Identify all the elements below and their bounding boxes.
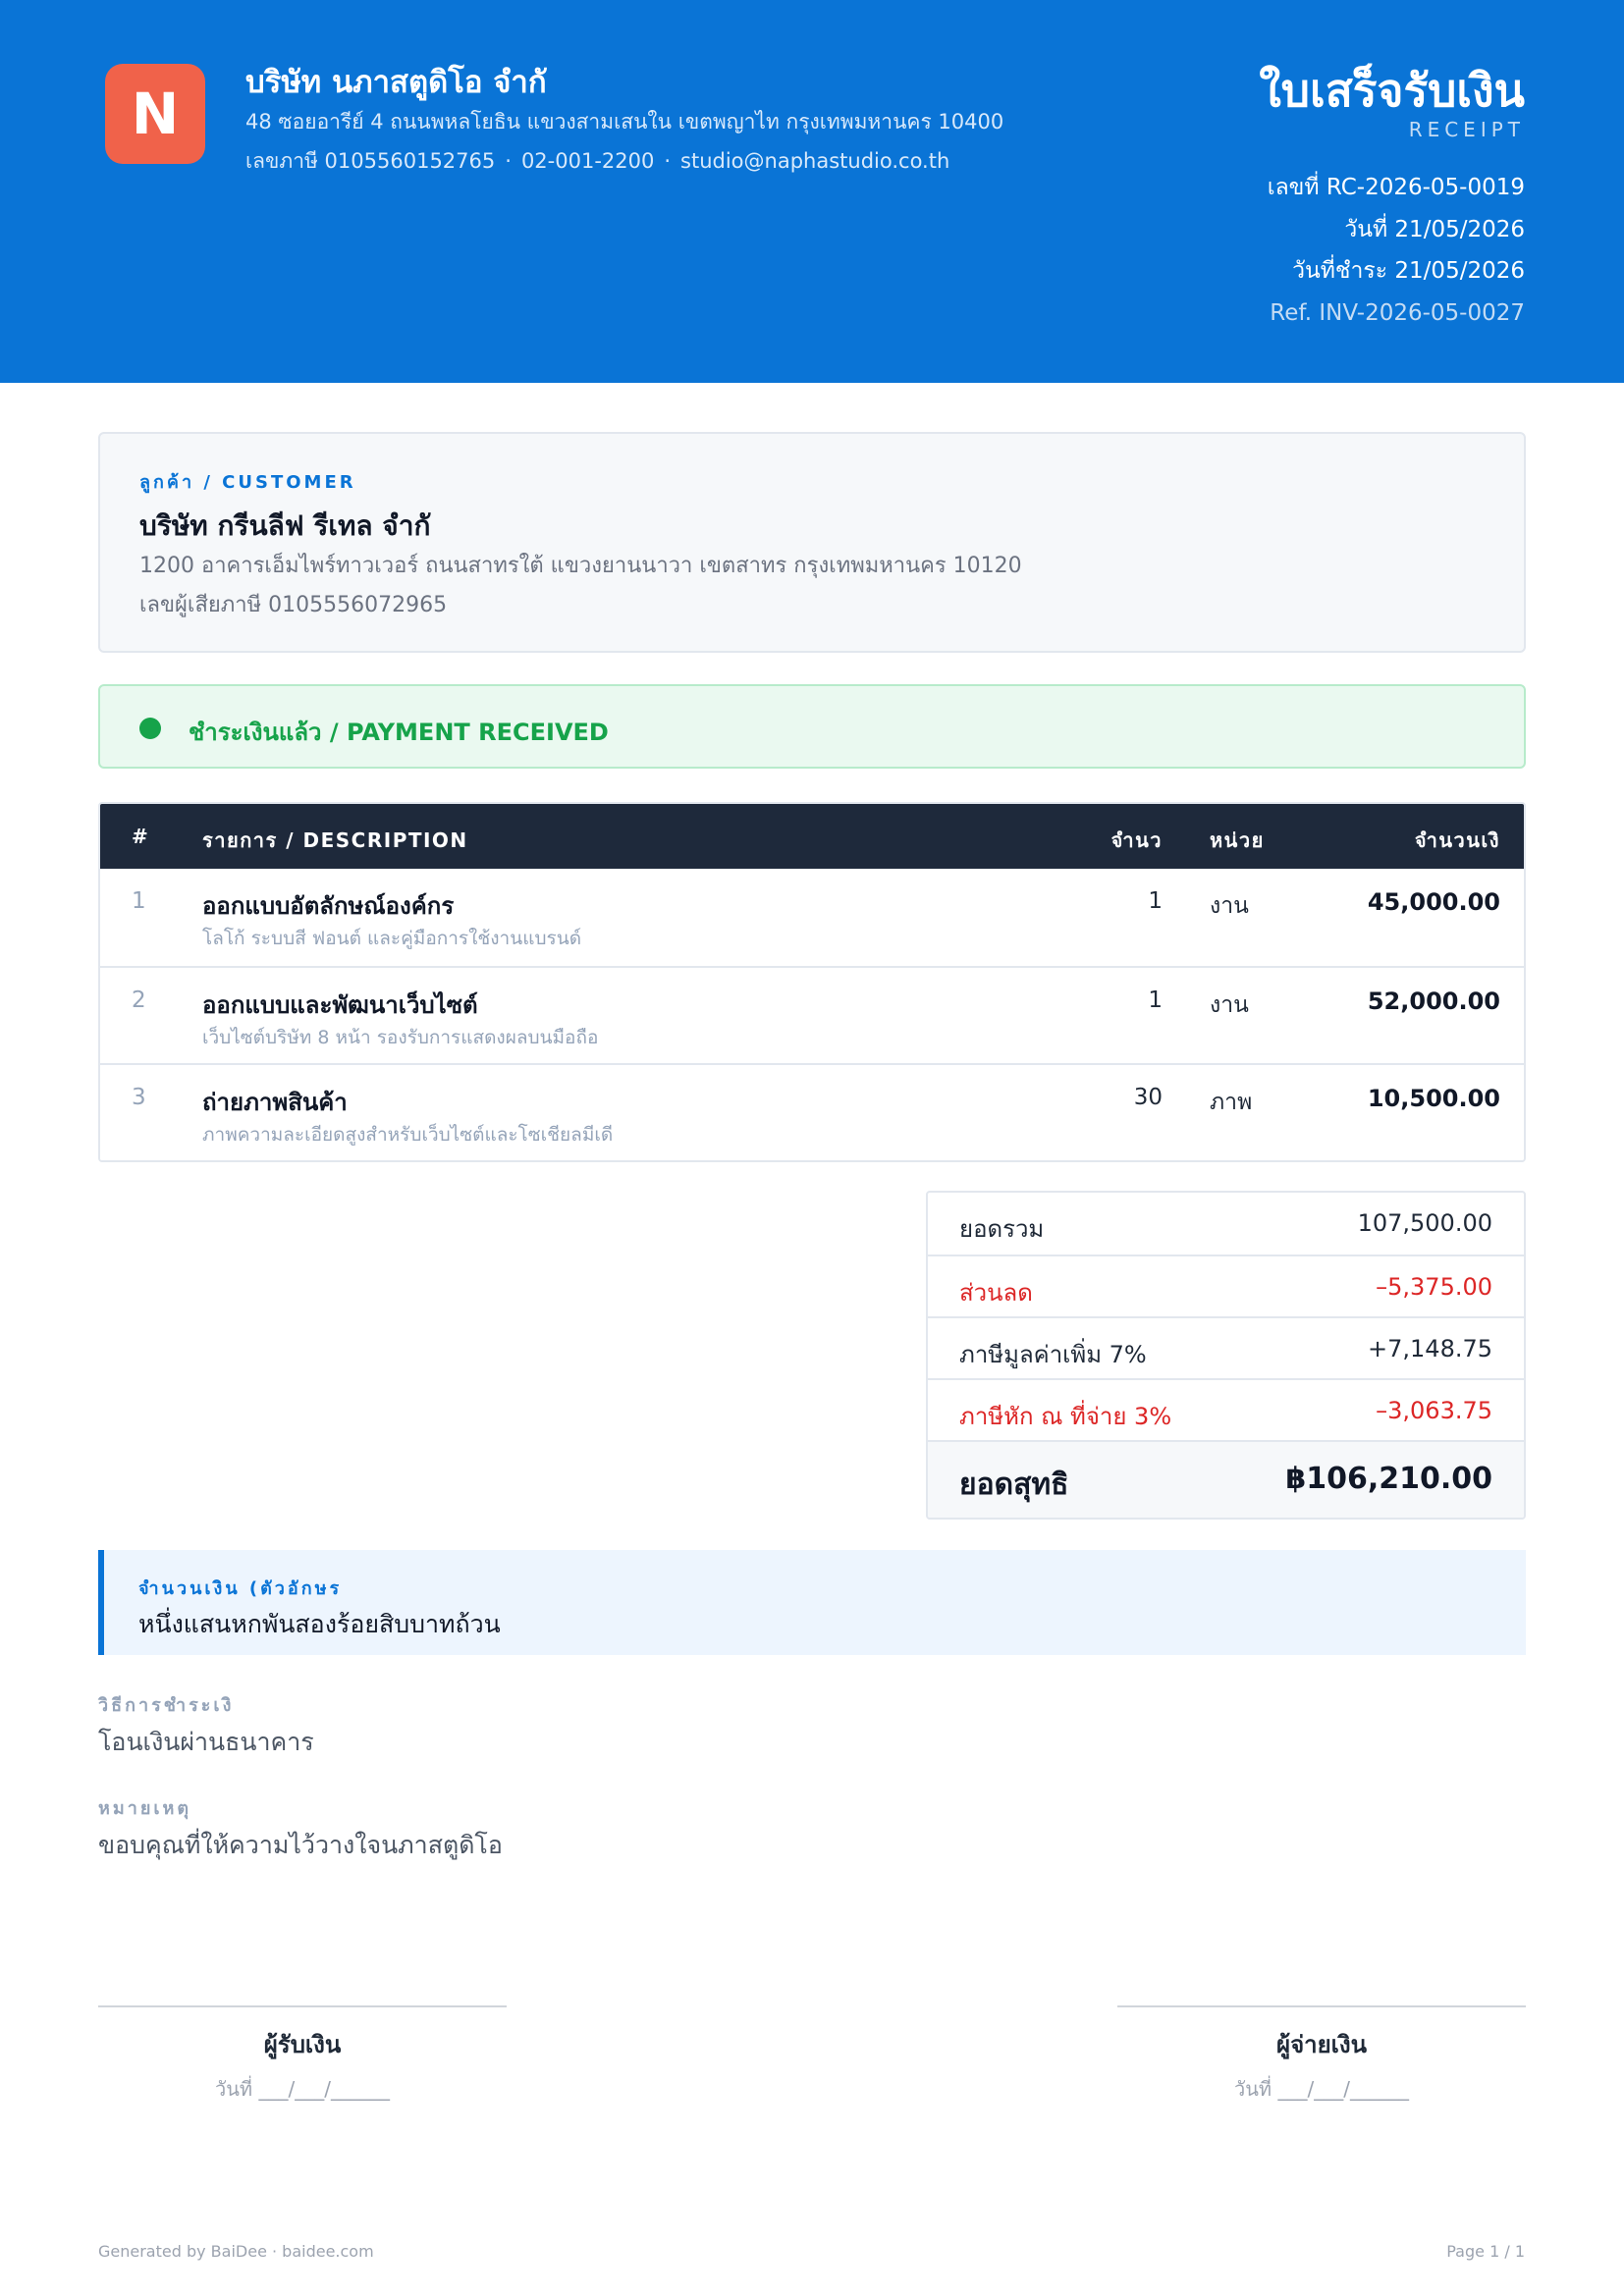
column-header-number: # (132, 825, 150, 848)
notes-label: หมายเหตุ (98, 1798, 192, 1819)
separator: · (664, 149, 672, 173)
table-body: 1 ออกแบบอัตลักษณ์องค์กร โลโก้ ระบบสี ฟอน… (100, 869, 1524, 1160)
customer-tax-id: เลขผู้เสียภาษี 0105556072965 (139, 593, 448, 617)
vat-row: ภาษีมูลค่าเพิ่ม 7% +7,148.75 (928, 1316, 1524, 1378)
item-quantity: 1 (1148, 888, 1163, 914)
item-quantity: 30 (1133, 1085, 1163, 1110)
payer-date-line: วันที่ ___/___/______ (1234, 2077, 1409, 2101)
company-tax-id: เลขภาษี 0105560152765 (245, 149, 496, 173)
grand-total-row: ยอดสุทธิ ฿106,210.00 (928, 1440, 1524, 1518)
item-description: ออกแบบอัตลักษณ์องค์กร (202, 892, 455, 920)
document-title: ใบเสร็จรับเงิน (1259, 64, 1525, 117)
item-quantity: 1 (1148, 988, 1163, 1013)
amount-in-words-box: จำนวนเงิน (ตัวอักษร หนึ่งแสนหกพันสองร้อย… (98, 1550, 1526, 1655)
payer-signature: ผู้จ่ายเงิน วันที่ ___/___/______ (1117, 2005, 1526, 2105)
payment-method-value: โอนเงินผ่านธนาคาร (98, 1728, 314, 1756)
table-row: 3 ถ่ายภาพสินค้า ภาพความละเอียดสูงสำหรับเ… (100, 1063, 1524, 1160)
totals-box: ยอดรวม 107,500.00 ส่วนลด –5,375.00 ภาษีม… (926, 1191, 1526, 1520)
item-number: 1 (132, 888, 146, 914)
column-header-description: รายการ / DESCRIPTION (202, 828, 468, 852)
subtotal-row: ยอดรวม 107,500.00 (928, 1193, 1524, 1255)
discount-value: –5,375.00 (1376, 1273, 1492, 1301)
item-number: 2 (132, 988, 146, 1013)
company-name: บริษัท นภาสตูดิโอ จำกั (245, 65, 547, 100)
item-amount: 10,500.00 (1367, 1085, 1500, 1112)
receipt-header: N บริษัท นภาสตูดิโอ จำกั 48 ซอยอารีย์ 4 … (0, 0, 1624, 383)
vat-value: +7,148.75 (1368, 1335, 1492, 1362)
item-number: 3 (132, 1085, 146, 1110)
footer-page-number: Page 1 / 1 (1446, 2242, 1525, 2261)
item-amount: 52,000.00 (1367, 988, 1500, 1015)
document-subtitle: RECEIPT (1408, 118, 1525, 141)
subtotal-label: ยอดรวม (959, 1215, 1045, 1243)
payer-label: ผู้จ่ายเงิน (1276, 2031, 1367, 2058)
payment-status-banner: ชำระเงินแล้ว / PAYMENT RECEIVED (98, 684, 1526, 769)
amount-in-words-label: จำนวนเงิน (ตัวอักษร (138, 1578, 343, 1599)
item-amount: 45,000.00 (1367, 888, 1500, 916)
receipt-number: เลขที่ RC-2026-05-0019 (1267, 175, 1525, 200)
item-description: ออกแบบและพัฒนาเว็บไซต์ (202, 991, 478, 1019)
receiver-label: ผู้รับเงิน (263, 2031, 342, 2058)
notes-value: ขอบคุณที่ให้ความไว้วางใจนภาสตูดิโอ (98, 1831, 503, 1859)
withholding-tax-label: ภาษีหัก ณ ที่จ่าย 3% (959, 1403, 1172, 1430)
receipt-date: วันที่ 21/05/2026 (1344, 216, 1525, 242)
discount-label: ส่วนลด (959, 1279, 1033, 1307)
discount-row: ส่วนลด –5,375.00 (928, 1255, 1524, 1316)
column-header-unit: หน่วย (1210, 828, 1265, 852)
customer-name: บริษัท กรีนลีฟ รีเทล จำกั (139, 509, 431, 542)
separator: · (505, 149, 512, 173)
table-header: # รายการ / DESCRIPTION จำนว หน่วย จำนวนเ… (100, 804, 1524, 869)
items-table: # รายการ / DESCRIPTION จำนว หน่วย จำนวนเ… (98, 802, 1526, 1162)
payment-date: วันที่ชำระ 21/05/2026 (1292, 258, 1525, 284)
withholding-tax-value: –3,063.75 (1376, 1397, 1492, 1424)
item-detail: โลโก้ ระบบสี ฟอนต์ และคู่มือการใช้งานแบร… (202, 928, 582, 949)
item-description: ถ่ายภาพสินค้า (202, 1089, 348, 1116)
subtotal-value: 107,500.00 (1357, 1209, 1492, 1237)
column-header-quantity: จำนว (1110, 828, 1163, 852)
footer-generated: Generated by BaiDee · baidee.com (98, 2242, 374, 2261)
table-row: 1 ออกแบบอัตลักษณ์องค์กร โลโก้ ระบบสี ฟอน… (100, 869, 1524, 966)
company-address: 48 ซอยอารีย์ 4 ถนนพหลโยธิน แขวงสามเสนใน … (245, 110, 1004, 133)
column-header-amount: จำนวนเงิ (1414, 828, 1500, 852)
grand-total-value: ฿106,210.00 (1285, 1462, 1492, 1496)
company-contact: เลขภาษี 0105560152765 · 02-001-2200 · studio… (245, 145, 949, 178)
invoice-reference: Ref. INV-2026-05-0027 (1270, 299, 1525, 326)
payment-status-text: ชำระเงินแล้ว / PAYMENT RECEIVED (189, 719, 609, 746)
document-meta: เลขที่ RC-2026-05-0019 วันที่ 21/05/2026… (1268, 167, 1525, 334)
company-phone: 02-001-2200 (520, 149, 655, 173)
customer-address: 1200 อาคารเอ็มไพร์ทาวเวอร์ ถนนสาทรใต้ แข… (139, 554, 1022, 578)
grand-total-label: ยอดสุทธิ (959, 1468, 1069, 1502)
status-dot-icon (139, 718, 161, 739)
item-detail: เว็บไซต์บริษัท 8 หน้า รองรับการแสดงผลบนม… (202, 1027, 599, 1048)
table-row: 2 ออกแบบและพัฒนาเว็บไซต์ เว็บไซต์บริษัท … (100, 966, 1524, 1063)
item-unit: งาน (1210, 893, 1249, 919)
item-detail: ภาพความละเอียดสูงสำหรับเว็บไซต์และโซเชีย… (202, 1124, 614, 1146)
vat-label: ภาษีมูลค่าเพิ่ม 7% (959, 1341, 1147, 1368)
amount-in-words-value: หนึ่งแสนหกพันสองร้อยสิบบาทถ้วน (138, 1610, 501, 1638)
payment-method-label: วิธีการชำระเงิ (98, 1695, 235, 1716)
withholding-tax-row: ภาษีหัก ณ ที่จ่าย 3% –3,063.75 (928, 1378, 1524, 1440)
item-unit: ภาพ (1210, 1090, 1253, 1115)
receiver-signature: ผู้รับเงิน วันที่ ___/___/______ (98, 2005, 507, 2105)
item-unit: งาน (1210, 992, 1249, 1018)
receiver-date-line: วันที่ ___/___/______ (215, 2077, 390, 2101)
company-email[interactable]: studio@naphastudio.co.th (680, 149, 949, 173)
company-logo: N (105, 64, 205, 164)
customer-label: ลูกค้า / CUSTOMER (139, 472, 356, 493)
customer-box: ลูกค้า / CUSTOMER บริษัท กรีนลีฟ รีเทล จ… (98, 432, 1526, 653)
